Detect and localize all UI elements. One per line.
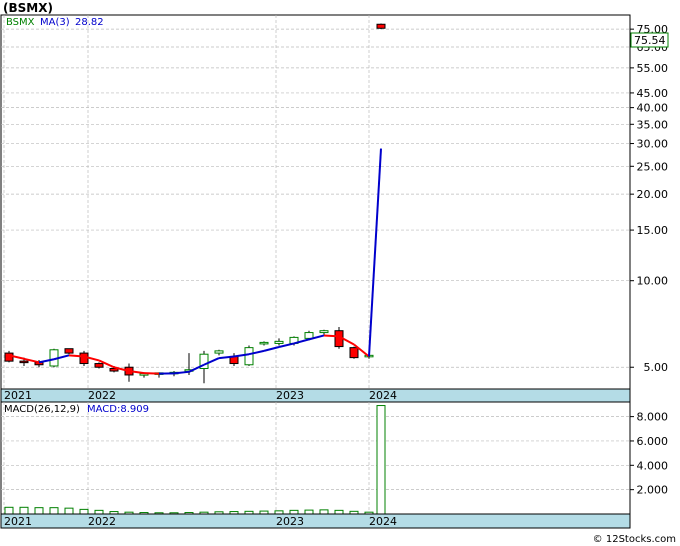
price-x-label: 2022 <box>88 389 116 402</box>
price-tick-label: 30.00 <box>637 138 669 151</box>
price-x-label: 2021 <box>4 389 32 402</box>
candle-body <box>259 341 269 345</box>
price-tick-label: 45.00 <box>637 87 669 100</box>
macd-bar <box>64 507 74 515</box>
price-y-axis: 75.0065.0055.0045.0040.0035.0030.0025.00… <box>630 23 668 374</box>
macd-tick-label: 2.000 <box>637 484 669 497</box>
macd-bar <box>304 509 314 515</box>
copyright: © 12Stocks.com <box>592 534 676 545</box>
price-tick-label: 55.00 <box>637 62 669 75</box>
macd-bar <box>376 405 386 515</box>
candle-body <box>244 347 254 366</box>
macd-bar <box>79 508 89 515</box>
macd-x-label: 2024 <box>369 515 397 528</box>
legend-ma-label: MA(3) <box>40 17 70 28</box>
macd-x-label: 2022 <box>88 515 116 528</box>
price-tick-label: 40.00 <box>637 102 669 115</box>
candle-body <box>64 348 74 354</box>
stock-chart: 75.0065.0055.0045.0040.0035.0030.0025.00… <box>0 14 669 529</box>
macd-x-label: 2021 <box>4 515 32 528</box>
price-tick-label: 35.00 <box>637 118 669 131</box>
ma-segment <box>143 372 160 375</box>
candle-body <box>214 350 224 354</box>
ma-segment <box>68 354 85 358</box>
macd-params: MACD(26,12,9) <box>4 404 80 415</box>
macd-tick-label: 6.000 <box>637 435 669 448</box>
macd-tick-label: 8.000 <box>637 411 669 424</box>
candle-body <box>274 340 284 344</box>
candle-body <box>349 347 359 359</box>
price-tick-label: 5.00 <box>644 361 669 374</box>
ma-segment <box>323 334 340 338</box>
macd-y-axis: 8.000 6.000 4.000 2.000 <box>630 411 668 497</box>
macd-value: MACD:8.909 <box>87 404 149 415</box>
candle-body <box>19 360 29 364</box>
macd-bar <box>289 509 299 515</box>
candle-body <box>94 363 104 368</box>
price-panel-frame <box>0 14 631 390</box>
price-tick-label: 10.00 <box>637 275 669 288</box>
macd-x-label: 2023 <box>276 515 304 528</box>
price-x-label: 2024 <box>369 389 397 402</box>
candle-body <box>376 23 386 29</box>
price-tick-label: 15.00 <box>637 224 669 237</box>
candle-body <box>79 352 89 365</box>
macd-bar <box>94 509 104 515</box>
macd-bar <box>334 509 344 515</box>
macd-bar <box>34 507 44 515</box>
candle-body <box>304 332 314 339</box>
legend-symbol: BSMX <box>6 17 35 28</box>
candle-body <box>319 330 329 334</box>
macd-tick-label: 4.000 <box>637 459 669 472</box>
macd-bar <box>19 506 29 515</box>
macd-bar <box>49 507 59 515</box>
macd-bar <box>319 509 329 515</box>
price-x-label: 2023 <box>276 389 304 402</box>
candle-body <box>4 352 14 362</box>
macd-panel-frame <box>0 401 631 515</box>
legend-ma-value: 28.82 <box>75 17 104 28</box>
price-tick-label: 20.00 <box>637 188 669 201</box>
macd-bar <box>4 506 14 515</box>
last-price-label: 75.54 <box>634 34 666 47</box>
price-tick-label: 25.00 <box>637 160 669 173</box>
